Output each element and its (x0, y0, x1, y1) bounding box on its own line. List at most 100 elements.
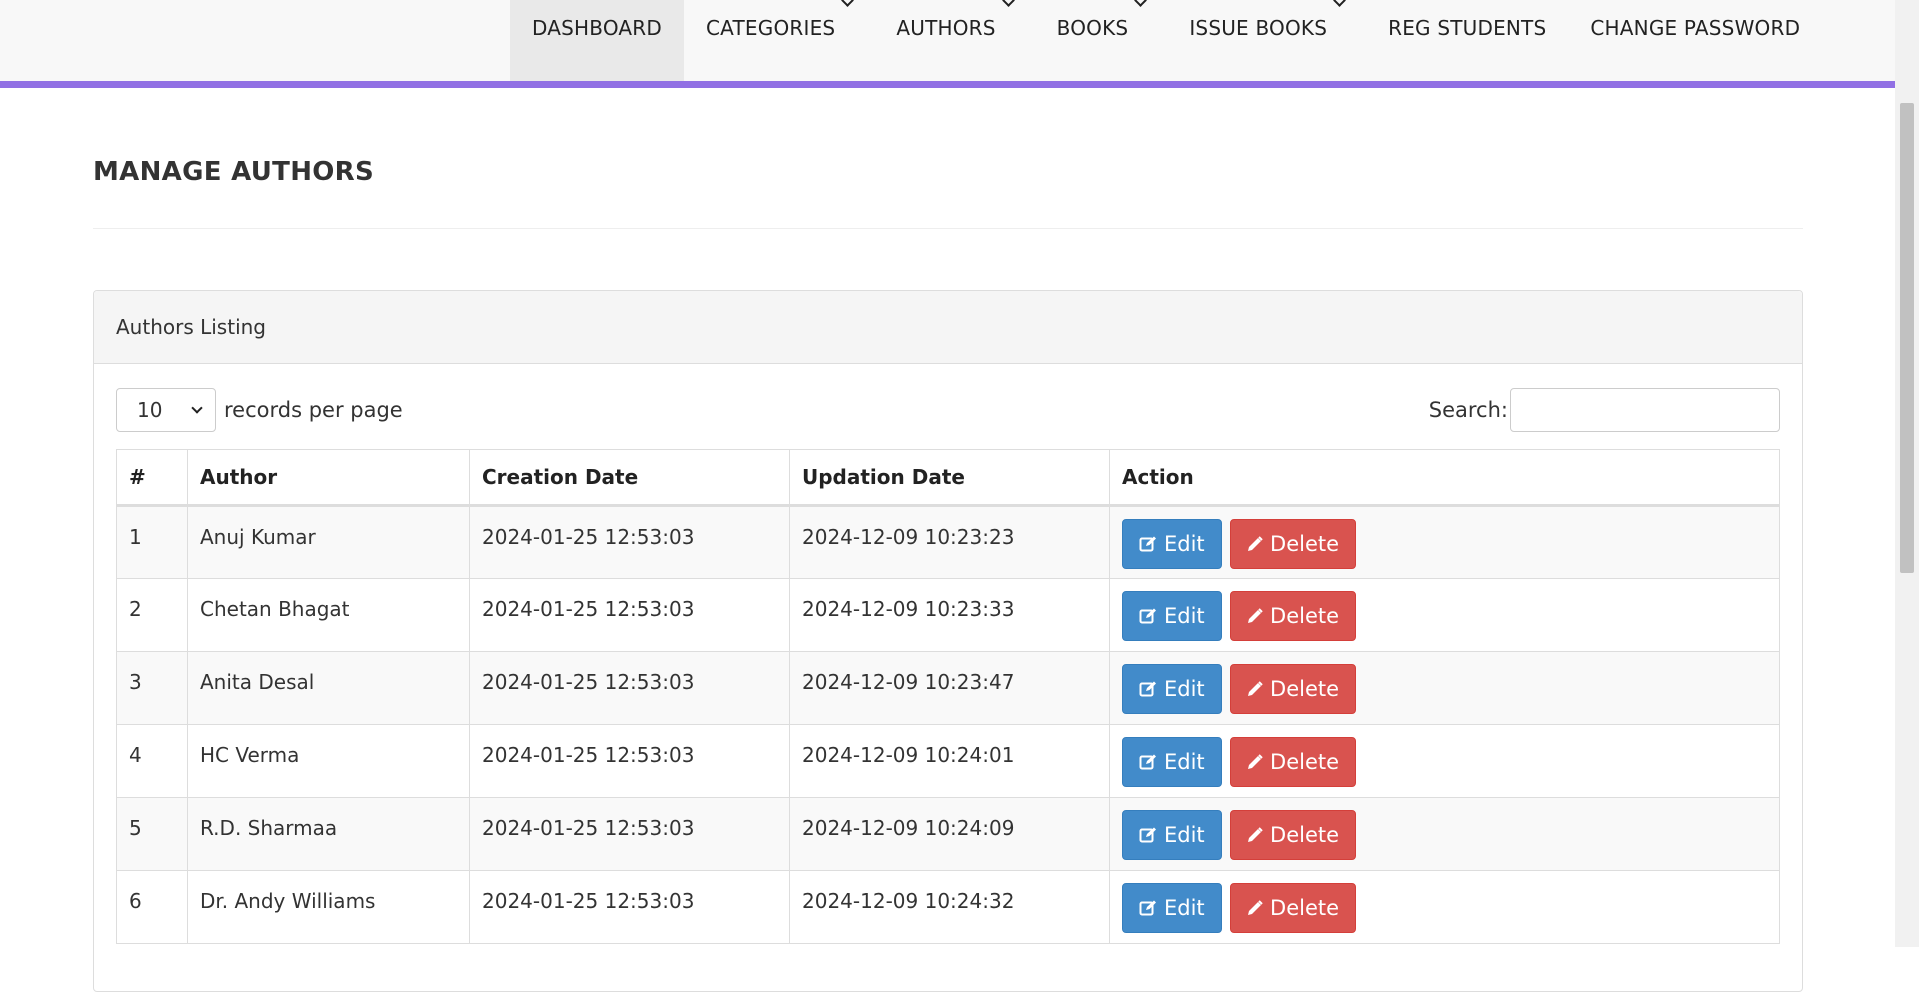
pencil-icon (1247, 827, 1270, 843)
table-row: 4 HC Verma 2024-01-25 12:53:03 2024-12-09 1… (116, 724, 1780, 798)
delete-button[interactable]: Delete (1230, 810, 1357, 860)
cell-author: Anita Desal (187, 651, 470, 725)
cell-updation-date: 2024-12-09 10:23:47 (789, 651, 1110, 725)
nav-item-change-password[interactable]: CHANGE PASSWORD (1568, 0, 1822, 81)
cell-number: 1 (116, 505, 188, 579)
top-navbar: DASHBOARD CATEGORIES AUTHORS BOOKS ISSUE… (0, 0, 1895, 88)
nav-item-categories[interactable]: CATEGORIES (684, 0, 874, 81)
nav-item-authors[interactable]: AUTHORS (874, 0, 1034, 81)
cell-author: Chetan Bhagat (187, 578, 470, 652)
cell-number: 3 (116, 651, 188, 725)
edit-icon (1139, 607, 1164, 625)
cell-actions: Edit Delete (1109, 578, 1780, 652)
cell-actions: Edit Delete (1109, 724, 1780, 798)
cell-actions: Edit Delete (1109, 870, 1780, 944)
cell-number: 2 (116, 578, 188, 652)
delete-button[interactable]: Delete (1230, 519, 1357, 569)
column-header-action[interactable]: Action (1109, 449, 1780, 507)
column-header-updation-date[interactable]: Updation Date (789, 449, 1110, 507)
nav-item-label: CATEGORIES (706, 16, 836, 40)
cell-updation-date: 2024-12-09 10:23:33 (789, 578, 1110, 652)
nav-item-issue-books[interactable]: ISSUE BOOKS (1167, 0, 1366, 81)
page-scrollbar[interactable] (1895, 0, 1919, 947)
cell-number: 5 (116, 797, 188, 871)
pencil-icon (1247, 681, 1270, 697)
cell-updation-date: 2024-12-09 10:24:32 (789, 870, 1110, 944)
edit-button[interactable]: Edit (1122, 664, 1222, 714)
nav-item-label: ISSUE BOOKS (1189, 16, 1328, 40)
records-per-page-value: 10 (137, 398, 163, 422)
edit-icon (1139, 535, 1164, 553)
search-control: Search: (1429, 388, 1780, 432)
nav-item-label: DASHBOARD (532, 16, 663, 40)
column-header-creation-date[interactable]: Creation Date (469, 449, 790, 507)
table-row: 1 Anuj Kumar 2024-01-25 12:53:03 2024-12-09… (116, 505, 1780, 579)
nav-item-books[interactable]: BOOKS (1035, 0, 1168, 81)
table-row: 3 Anita Desal 2024-01-25 12:53:03 2024-12-0… (116, 651, 1780, 725)
cell-creation-date: 2024-01-25 12:53:03 (469, 724, 790, 798)
cell-actions: Edit Delete (1109, 797, 1780, 871)
authors-table: # Author Creation Date Updation Date Act… (116, 449, 1780, 944)
cell-number: 6 (116, 870, 188, 944)
edit-button[interactable]: Edit (1122, 519, 1222, 569)
page-title: MANAGE AUTHORS (93, 157, 375, 187)
nav-item-dashboard[interactable]: DASHBOARD (510, 0, 685, 81)
edit-button-label: Edit (1164, 823, 1205, 847)
delete-button[interactable]: Delete (1230, 664, 1357, 714)
delete-button-label: Delete (1270, 823, 1340, 847)
nav-item-label: BOOKS (1056, 16, 1129, 40)
records-per-page-label: records per page (224, 398, 403, 422)
nav-item-label: AUTHORS (896, 16, 996, 40)
cell-creation-date: 2024-01-25 12:53:03 (469, 505, 790, 579)
delete-button[interactable]: Delete (1230, 883, 1357, 933)
pencil-icon (1247, 754, 1270, 770)
cell-creation-date: 2024-01-25 12:53:03 (469, 797, 790, 871)
delete-button[interactable]: Delete (1230, 737, 1357, 787)
authors-panel: Authors Listing 10 records per page Sear… (93, 290, 1803, 992)
nav-menu: DASHBOARD CATEGORIES AUTHORS BOOKS ISSUE… (510, 0, 1822, 81)
delete-button-label: Delete (1270, 604, 1340, 628)
records-per-page-control: 10 records per page (116, 388, 403, 432)
table-row: 6 Dr. Andy Williams 2024-01-25 12:53:03 202… (116, 870, 1780, 944)
panel-heading: Authors Listing (94, 291, 1802, 364)
edit-button-label: Edit (1164, 750, 1205, 774)
column-header-number[interactable]: # (116, 449, 188, 507)
cell-creation-date: 2024-01-25 12:53:03 (469, 651, 790, 725)
cell-creation-date: 2024-01-25 12:53:03 (469, 870, 790, 944)
edit-button-label: Edit (1164, 604, 1205, 628)
edit-button[interactable]: Edit (1122, 883, 1222, 933)
edit-icon (1139, 899, 1164, 917)
edit-button-label: Edit (1164, 896, 1205, 920)
chevron-down-icon (841, 0, 855, 7)
column-header-author[interactable]: Author (187, 449, 470, 507)
delete-button-label: Delete (1270, 677, 1340, 701)
chevron-down-icon (1001, 0, 1015, 7)
edit-button-label: Edit (1164, 532, 1205, 556)
nav-item-reg-students[interactable]: REG STUDENTS (1366, 0, 1568, 81)
table-row: 5 R.D. Sharmaa 2024-01-25 12:53:03 2024-12-… (116, 797, 1780, 871)
edit-button-label: Edit (1164, 677, 1205, 701)
records-per-page-select[interactable]: 10 (116, 388, 216, 432)
edit-button[interactable]: Edit (1122, 737, 1222, 787)
delete-button-label: Delete (1270, 896, 1340, 920)
pencil-icon (1247, 608, 1270, 624)
delete-button-label: Delete (1270, 750, 1340, 774)
pencil-icon (1247, 900, 1270, 916)
edit-button[interactable]: Edit (1122, 810, 1222, 860)
delete-button-label: Delete (1270, 532, 1340, 556)
cell-number: 4 (116, 724, 188, 798)
cell-actions: Edit Delete (1109, 651, 1780, 725)
cell-author: HC Verma (187, 724, 470, 798)
chevron-down-icon (1333, 0, 1346, 7)
chevron-down-icon (1134, 0, 1148, 7)
delete-button[interactable]: Delete (1230, 591, 1357, 641)
scrollbar-thumb[interactable] (1900, 103, 1914, 573)
search-label: Search: (1428, 398, 1508, 422)
table-row: 2 Chetan Bhagat 2024-01-25 12:53:03 2024-12… (116, 578, 1780, 652)
table-body: 1 Anuj Kumar 2024-01-25 12:53:03 2024-12-09… (116, 505, 1780, 944)
cell-updation-date: 2024-12-09 10:24:01 (789, 724, 1110, 798)
edit-icon (1139, 753, 1164, 771)
search-input[interactable] (1510, 388, 1780, 432)
cell-author: Anuj Kumar (187, 505, 470, 579)
edit-button[interactable]: Edit (1122, 591, 1222, 641)
